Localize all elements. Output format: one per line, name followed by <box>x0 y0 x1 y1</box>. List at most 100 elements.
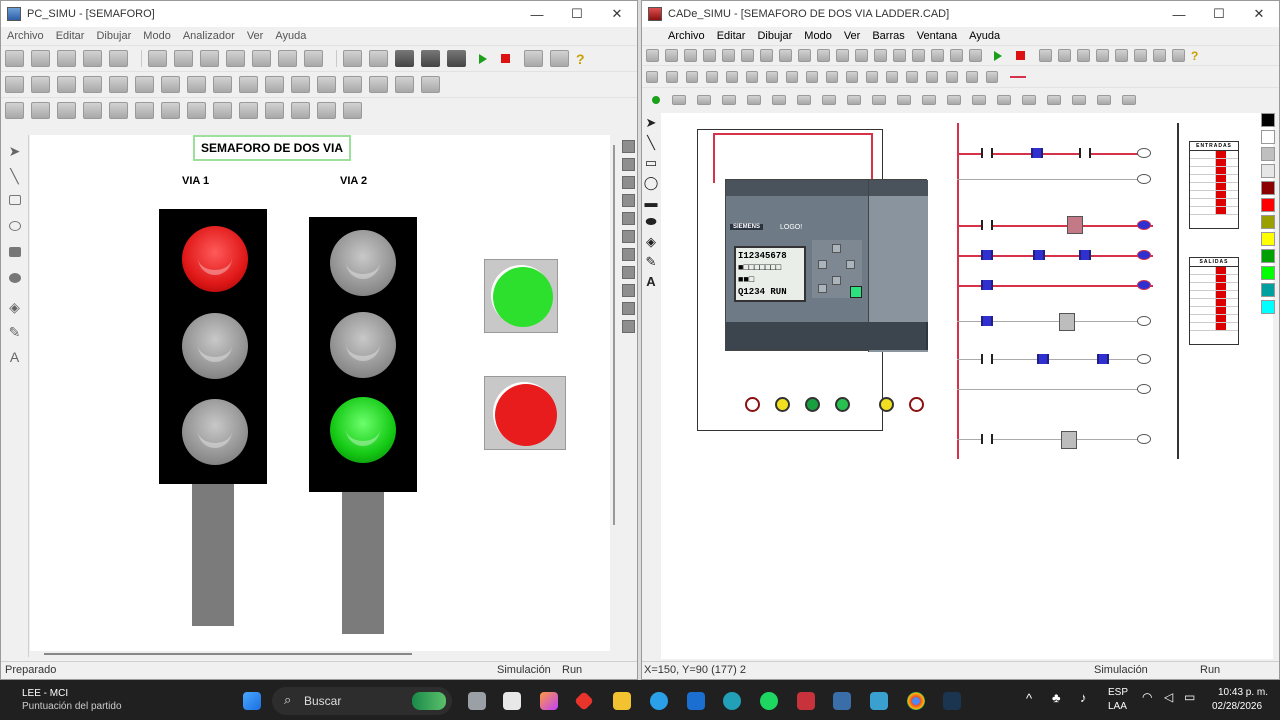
contact-icon[interactable] <box>747 94 761 105</box>
delete-icon[interactable] <box>779 49 792 62</box>
redo-icon[interactable] <box>304 50 323 67</box>
contact-icon[interactable] <box>797 94 811 105</box>
plc-right-button[interactable] <box>846 260 855 269</box>
group-icon[interactable] <box>252 50 271 67</box>
rectangle-icon[interactable] <box>317 76 336 93</box>
component-icon[interactable] <box>213 102 232 119</box>
panel-item-icon[interactable] <box>621 266 635 279</box>
menu-modo[interactable]: Modo <box>143 30 171 42</box>
plc-icon[interactable] <box>447 50 466 67</box>
panel-item-icon[interactable] <box>621 230 635 243</box>
print-icon[interactable] <box>703 49 716 62</box>
text-tool-icon[interactable]: A <box>642 274 660 289</box>
contact-icon[interactable] <box>947 94 961 105</box>
window-icon[interactable] <box>1077 49 1090 62</box>
cut-icon[interactable] <box>722 49 735 62</box>
panel-item-icon[interactable] <box>621 140 635 153</box>
menu-ver[interactable]: Ver <box>247 30 264 42</box>
help-icon[interactable]: ? <box>1191 49 1198 63</box>
close-button[interactable]: ✕ <box>597 6 637 22</box>
paste-icon[interactable] <box>760 49 773 62</box>
symbol-icon[interactable] <box>746 70 758 83</box>
tool-icon[interactable] <box>874 49 887 62</box>
menu-editar[interactable]: Editar <box>717 30 746 42</box>
green-dot-icon[interactable] <box>652 95 660 104</box>
contact-icon[interactable] <box>1097 94 1111 105</box>
component-icon[interactable] <box>317 102 336 119</box>
widget-title[interactable]: LEE - MCI <box>22 688 68 699</box>
color-swatch[interactable] <box>1261 130 1275 144</box>
chart-icon[interactable] <box>550 50 569 67</box>
contact-icon[interactable] <box>1022 94 1036 105</box>
filled-rectangle-icon[interactable]: ▬ <box>642 195 660 210</box>
tool-icon[interactable] <box>855 49 868 62</box>
document-icon[interactable] <box>648 30 660 42</box>
panel-item-icon[interactable] <box>621 320 635 333</box>
spotify-icon[interactable] <box>760 692 778 710</box>
component-icon[interactable] <box>161 102 180 119</box>
symbol-icon[interactable] <box>826 70 838 83</box>
plc-down-button[interactable] <box>832 276 841 285</box>
component-icon[interactable] <box>135 102 154 119</box>
cut-icon[interactable] <box>148 50 167 67</box>
speaker-icon[interactable] <box>395 76 414 93</box>
filled-rectangle-icon[interactable] <box>8 247 21 257</box>
rectangle-tool-icon[interactable] <box>8 195 21 205</box>
contact-icon[interactable] <box>722 94 736 105</box>
language-top[interactable]: ESP <box>1108 687 1128 698</box>
maximize-button[interactable]: ☐ <box>557 6 597 22</box>
terminal-icon[interactable] <box>943 692 961 710</box>
color-swatch[interactable] <box>1261 215 1275 229</box>
run-simulation-icon[interactable] <box>479 53 487 64</box>
new-file-icon[interactable] <box>5 50 24 67</box>
menu-dibujar[interactable]: Dibujar <box>757 30 792 42</box>
task-view-icon[interactable] <box>468 692 486 710</box>
plc-ok-button[interactable] <box>850 286 862 298</box>
pen-tool-icon[interactable]: ✎ <box>642 254 660 270</box>
menu-dibujar[interactable]: Dibujar <box>96 30 131 42</box>
component-icon[interactable] <box>265 76 284 93</box>
symbol-icon[interactable] <box>946 70 958 83</box>
stop-simulation-icon[interactable] <box>501 54 510 63</box>
menu-archivo[interactable]: Archivo <box>668 30 705 42</box>
clock-time[interactable]: 10:43 p. m. <box>1218 687 1268 698</box>
panel-item-icon[interactable] <box>621 194 635 207</box>
fill-bucket-icon[interactable]: ◈ <box>642 234 660 250</box>
wire-tool-icon[interactable] <box>1010 75 1026 78</box>
tool-icon[interactable] <box>836 49 849 62</box>
microphone-icon[interactable]: ♪ <box>1080 690 1087 705</box>
store-icon[interactable] <box>503 692 521 710</box>
snap-icon[interactable] <box>369 50 388 67</box>
zoom-out-icon[interactable] <box>1134 49 1147 62</box>
save-icon[interactable] <box>57 50 76 67</box>
component-icon[interactable] <box>421 76 440 93</box>
text-tool-icon[interactable]: A <box>1 349 28 365</box>
symbol-icon[interactable] <box>686 70 698 83</box>
plc-esc-button[interactable] <box>818 284 827 293</box>
contact-icon[interactable] <box>1122 94 1136 105</box>
line-tool-icon[interactable]: ╲ <box>642 135 660 151</box>
text-icon[interactable] <box>343 76 362 93</box>
symbol-icon[interactable] <box>806 70 818 83</box>
filled-ellipse-icon[interactable]: ⬬ <box>642 214 660 230</box>
symbol-icon[interactable] <box>966 70 978 83</box>
contact-icon[interactable] <box>922 94 936 105</box>
component-icon[interactable] <box>161 76 180 93</box>
app-icon[interactable] <box>870 692 888 710</box>
zoom-area-icon[interactable] <box>1172 49 1185 62</box>
redo-icon[interactable] <box>931 49 944 62</box>
tool-icon[interactable] <box>798 49 811 62</box>
zoom-in-icon[interactable] <box>1115 49 1128 62</box>
app-icon[interactable] <box>574 691 594 711</box>
component-icon[interactable] <box>291 102 310 119</box>
ellipse-tool-icon[interactable]: ◯ <box>642 175 660 191</box>
browser-icon[interactable] <box>723 692 741 710</box>
file-explorer-icon[interactable] <box>613 692 631 710</box>
component-icon[interactable] <box>369 76 388 93</box>
contact-icon[interactable] <box>1047 94 1061 105</box>
component-icon[interactable] <box>31 76 50 93</box>
circle-icon[interactable] <box>291 76 310 93</box>
symbol-icon[interactable] <box>666 70 678 83</box>
color-swatch[interactable] <box>1261 198 1275 212</box>
contact-icon[interactable] <box>847 94 861 105</box>
